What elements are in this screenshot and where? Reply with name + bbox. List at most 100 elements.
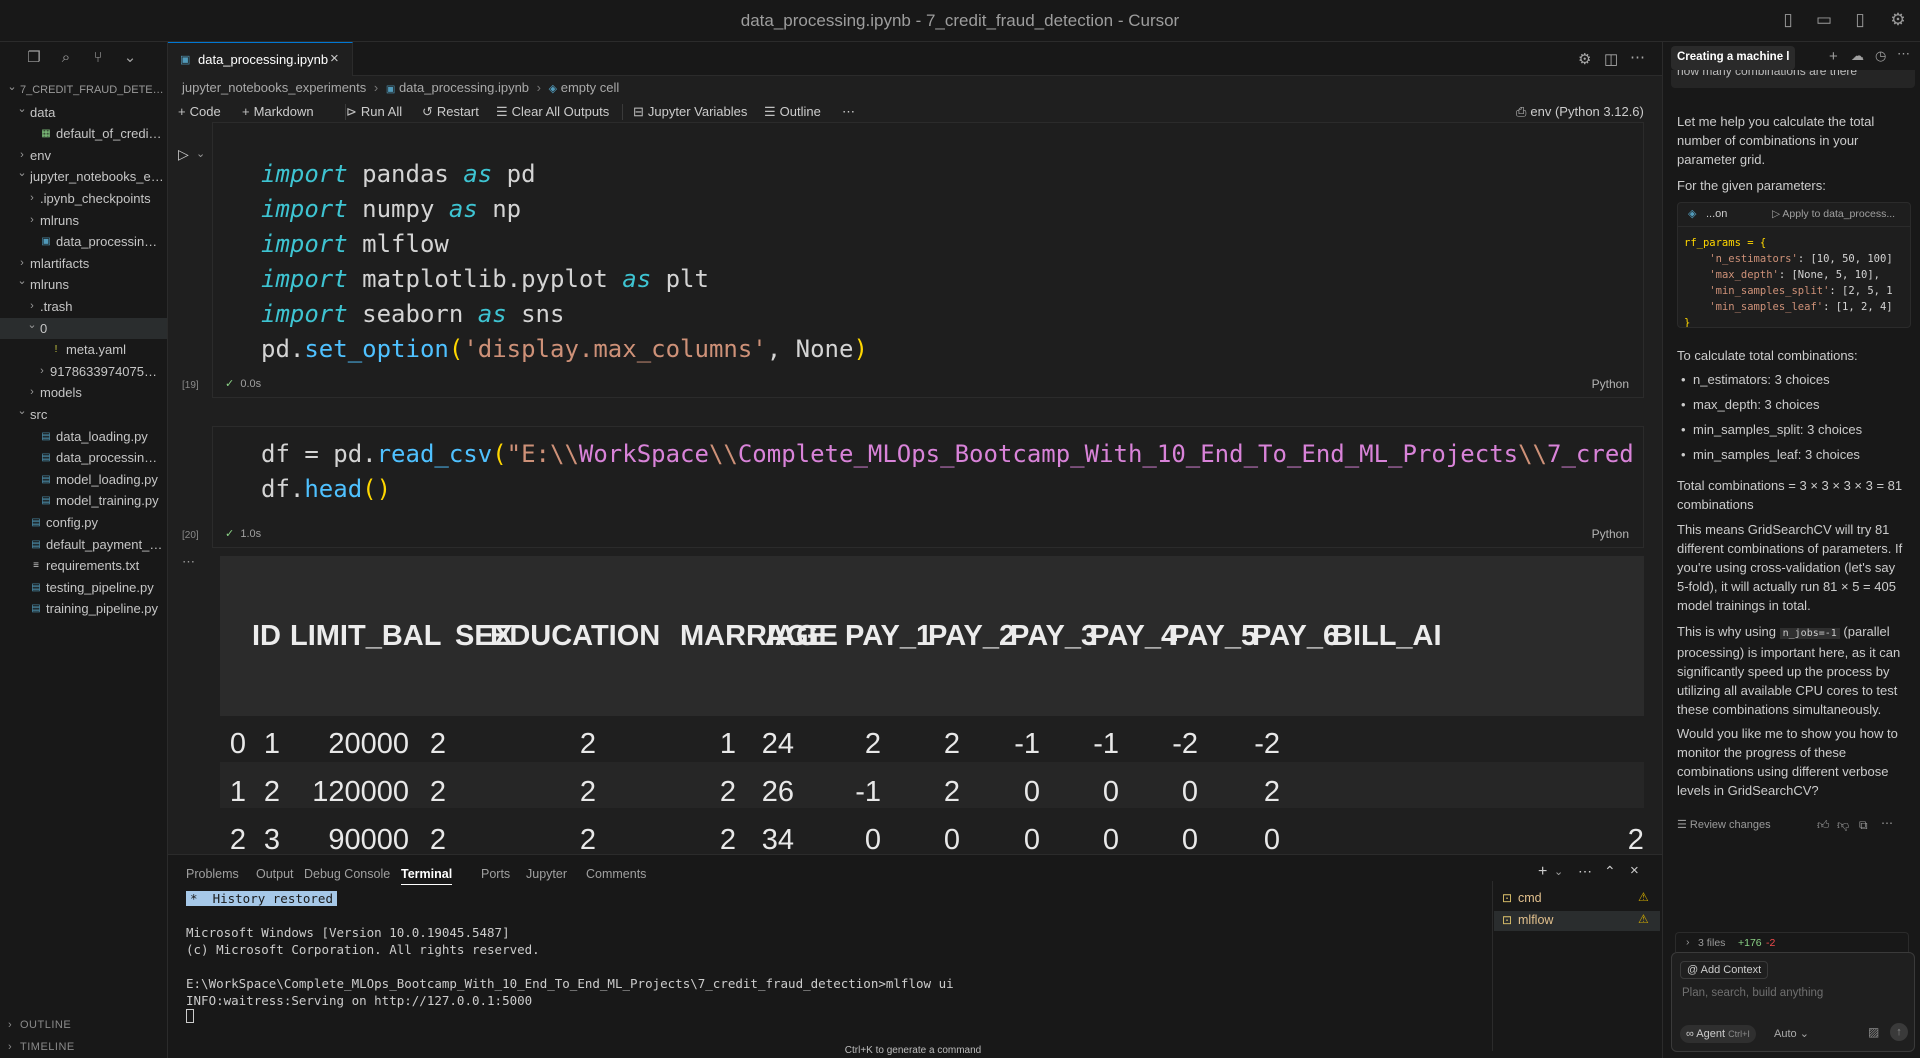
cell-2-source[interactable]: df = pd.read_csv("E:\\WorkSpace\\Complet… [261, 437, 1641, 507]
add-context-button[interactable]: @ Add Context [1680, 961, 1769, 979]
column-header[interactable]: EDUCATION [490, 620, 660, 653]
cell-language[interactable]: Python [1592, 377, 1629, 391]
tree-folder[interactable]: › .trash [0, 296, 167, 317]
panel-tab-comments[interactable]: Comments [586, 867, 646, 881]
review-changes-button[interactable]: ☰ Review changes [1677, 818, 1771, 831]
column-header[interactable]: PAY_1 [845, 620, 932, 653]
column-header[interactable]: PAY_4 [1090, 620, 1177, 653]
apply-button[interactable]: ▷ Apply to data_process... [1772, 208, 1895, 220]
breadcrumb-file[interactable]: data_processing.ipynb [399, 80, 529, 95]
tree-file[interactable]: ▤ training_pipeline.py [0, 598, 167, 619]
breadcrumb-cell[interactable]: empty cell [561, 80, 620, 95]
tree-folder[interactable]: › .ipynb_checkpoints [0, 188, 167, 209]
tree-folder[interactable]: ⌄ 0 [0, 317, 167, 339]
tree-file[interactable]: ▤ default_payment_anal... [0, 534, 167, 555]
cell-language[interactable]: Python [1592, 527, 1629, 541]
toggle-sidebar-icon[interactable]: ▯ [1778, 10, 1798, 30]
tree-file[interactable]: ▤ testing_pipeline.py [0, 577, 167, 598]
breadcrumb-folder[interactable]: jupyter_notebooks_experiments [182, 80, 366, 95]
chevron-down-icon[interactable]: ⌄ [120, 48, 140, 68]
column-header[interactable]: PAY_5 [1170, 620, 1257, 653]
previous-user-message[interactable]: how many combinations are there [1671, 70, 1915, 88]
toggle-secondary-sidebar-icon[interactable]: ▯ [1850, 10, 1870, 30]
close-panel-icon[interactable]: × [1630, 862, 1639, 879]
add-markdown-button[interactable]: + Markdown [242, 100, 314, 124]
settings-icon[interactable]: ⚙ [1578, 50, 1591, 68]
panel-tab-debug-console[interactable]: Debug Console [304, 867, 390, 881]
changed-files-bar[interactable]: › 3 files +176 -2 [1675, 932, 1909, 952]
tree-file[interactable]: ▦ default_of_credit_car... [0, 123, 167, 144]
panel-tab-problems[interactable]: Problems [186, 867, 239, 881]
jupyter-variables-button[interactable]: ⊟ Jupyter Variables [633, 100, 747, 124]
model-selector[interactable]: Auto ⌄ [1774, 1027, 1809, 1040]
column-header[interactable]: AGE [765, 620, 828, 653]
clear-outputs-button[interactable]: ☰ Clear All Outputs [496, 100, 609, 124]
thumbs-up-icon[interactable]: 👍︎ [1817, 818, 1830, 833]
cloud-icon[interactable]: ☁ [1851, 48, 1864, 64]
history-icon[interactable]: ◷ [1875, 48, 1886, 64]
more-icon[interactable]: ⋯ [1578, 863, 1592, 880]
more-icon[interactable]: ⋯ [1897, 46, 1910, 62]
tree-file[interactable]: ! meta.yaml [0, 339, 167, 360]
panel-tab-ports[interactable]: Ports [481, 867, 510, 881]
chat-input-placeholder[interactable]: Plan, search, build anything [1682, 987, 1823, 999]
column-header[interactable]: BILL_AI [1332, 620, 1442, 653]
more-actions-icon[interactable]: ⋯ [1630, 48, 1645, 66]
tree-file[interactable]: ≡ requirements.txt [0, 555, 167, 576]
thumbs-down-icon[interactable]: 👎︎ [1837, 818, 1849, 833]
chat-tab[interactable]: Creating a machine lear [1671, 46, 1795, 70]
tree-file[interactable]: ▤ config.py [0, 512, 167, 533]
panel-tab-jupyter[interactable]: Jupyter [526, 867, 567, 881]
outline-section[interactable]: › OUTLINE [0, 1015, 167, 1035]
tree-folder[interactable]: ⌄ jupyter_notebooks_ex... [0, 166, 167, 187]
terminal-item-cmd[interactable]: ⊡ cmd ⚠ [1494, 889, 1660, 909]
column-header[interactable]: PAY_3 [1010, 620, 1097, 653]
tree-file[interactable]: ▤ data_processing.py [0, 447, 167, 468]
tree-folder[interactable]: › mlartifacts [0, 253, 167, 274]
split-editor-icon[interactable]: ◫ [1604, 50, 1618, 68]
gear-icon[interactable]: ⚙ [1888, 10, 1908, 30]
tree-folder[interactable]: › 917863397407543586 [0, 361, 167, 382]
tree-folder[interactable]: › mlruns [0, 210, 167, 231]
timeline-section[interactable]: › TIMELINE [0, 1037, 167, 1057]
outline-button[interactable]: ☰ Outline [764, 100, 821, 124]
tree-folder[interactable]: ⌄ data [0, 102, 167, 123]
chat-input-box[interactable]: @ Add Context Plan, search, build anythi… [1671, 952, 1915, 1052]
run-cell-icon[interactable]: ▷ [178, 146, 189, 163]
tree-folder[interactable]: ⌄ src [0, 404, 167, 425]
copy-icon[interactable]: ⧉ [1859, 818, 1868, 833]
image-icon[interactable]: ▨ [1868, 1025, 1879, 1039]
column-header[interactable]: ID [252, 620, 281, 653]
search-icon[interactable]: ⌕ [56, 48, 76, 68]
more-icon[interactable]: ⋯ [842, 100, 855, 124]
tab-data-processing[interactable]: ▣ data_processing.ipynb × [168, 42, 353, 76]
mode-selector[interactable]: ∞ Agent Ctrl+I [1680, 1025, 1756, 1043]
column-header[interactable]: PAY_2 [928, 620, 1015, 653]
column-header[interactable]: PAY_6 [1252, 620, 1339, 653]
tree-folder[interactable]: › models [0, 382, 167, 403]
close-icon[interactable]: × [330, 50, 339, 67]
terminal-item-mlflow[interactable]: ⊡ mlflow ⚠ [1494, 911, 1660, 931]
output-more-icon[interactable]: ⋯ [182, 554, 195, 570]
tree-folder[interactable]: › env [0, 145, 167, 166]
cell-1-source[interactable]: import pandas as pd import numpy as np imp… [261, 157, 868, 367]
run-all-button[interactable]: ⊳ Run All [346, 100, 402, 124]
tree-folder[interactable]: ⌄ mlruns [0, 274, 167, 295]
kernel-picker[interactable]: ⎙ env (Python 3.12.6) [1516, 100, 1644, 124]
panel-tab-output[interactable]: Output [256, 867, 294, 881]
maximize-icon[interactable]: ⌃ [1604, 863, 1616, 880]
tree-file[interactable]: ▤ model_training.py [0, 490, 167, 511]
new-chat-icon[interactable]: + [1829, 48, 1838, 65]
send-icon[interactable]: ↑ [1890, 1023, 1908, 1041]
add-code-button[interactable]: + Code [178, 100, 221, 124]
code-cell-1[interactable]: import pandas as pd import numpy as np imp… [212, 122, 1644, 398]
toggle-panel-icon[interactable]: ▭ [1814, 10, 1834, 30]
chevron-down-icon[interactable]: ⌄ [1554, 865, 1563, 878]
more-icon[interactable]: ⋯ [1881, 816, 1893, 830]
code-cell-2[interactable]: df = pd.read_csv("E:\\WorkSpace\\Complet… [212, 426, 1644, 548]
chevron-down-icon[interactable]: ⌄ [196, 147, 205, 160]
column-header[interactable]: LIMIT_BAL [290, 620, 441, 653]
tree-file[interactable]: ▤ data_loading.py [0, 426, 167, 447]
tree-folder[interactable]: ⌄ 7_CREDIT_FRAUD_DETECTI... [0, 80, 167, 101]
restart-button[interactable]: ↺ Restart [422, 100, 479, 124]
